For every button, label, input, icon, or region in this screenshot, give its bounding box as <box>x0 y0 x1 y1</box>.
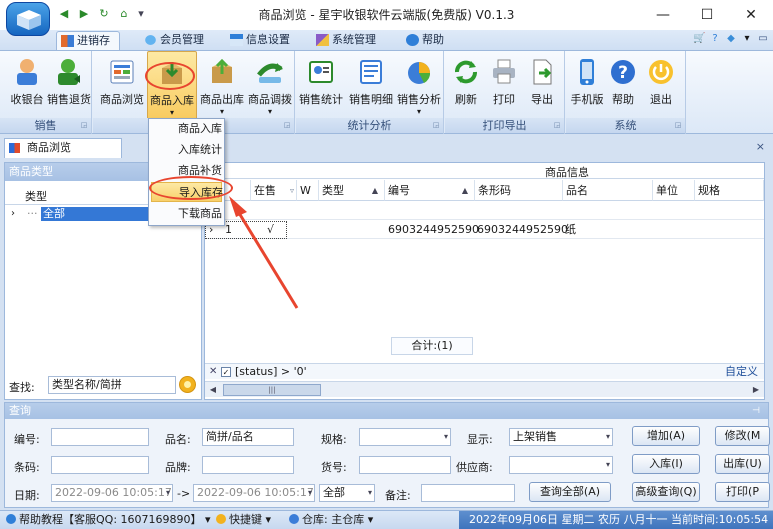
annotation-arrow <box>229 196 299 309</box>
